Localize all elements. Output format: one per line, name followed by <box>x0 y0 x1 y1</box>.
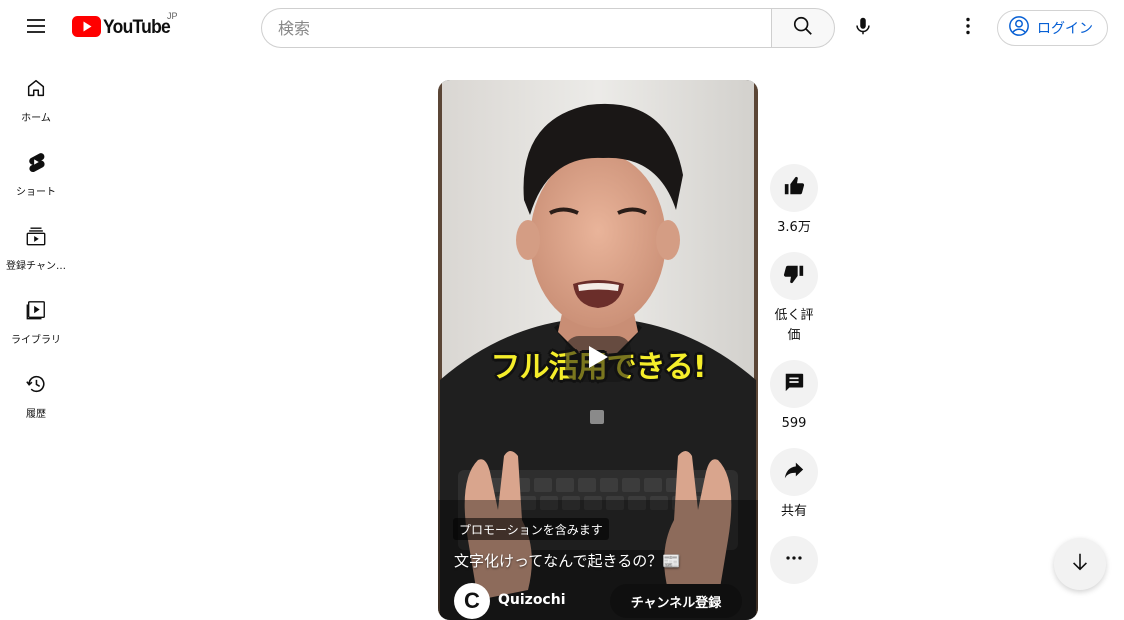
like-action: 3.6万 <box>769 164 819 238</box>
dislike-label: 低く評価 <box>774 308 814 343</box>
home-icon <box>25 77 47 103</box>
share-label: 共有 <box>780 504 807 519</box>
microphone-icon <box>852 15 874 41</box>
comment-icon <box>783 371 805 397</box>
share-button[interactable] <box>770 448 818 496</box>
thumbs-up-icon <box>783 175 805 201</box>
dislike-button[interactable] <box>770 252 818 300</box>
more-actions <box>769 536 819 584</box>
sign-in-label: ログイン <box>1037 21 1093 37</box>
top-bar: YouTube JP ログイン <box>0 0 1124 56</box>
sidebar-item-shorts[interactable]: ショート <box>4 130 68 204</box>
like-button[interactable] <box>770 164 818 212</box>
channel-name[interactable]: Quizochi <box>498 592 566 608</box>
library-icon <box>25 299 47 325</box>
sidebar-item-label: 登録チャン… <box>6 261 66 272</box>
next-video-button[interactable] <box>1054 538 1106 590</box>
search-icon <box>792 15 814 41</box>
more-actions-button[interactable] <box>770 536 818 584</box>
sign-in-button[interactable]: ログイン <box>997 10 1108 46</box>
comment-count: 599 <box>781 416 807 431</box>
sidebar-item-label: ホーム <box>21 113 51 124</box>
horizontal-dots-icon <box>783 547 805 573</box>
vertical-dots-icon <box>956 14 980 42</box>
share-action: 共有 <box>769 448 819 522</box>
history-icon <box>25 373 47 399</box>
sidebar-item-history[interactable]: 履歴 <box>4 352 68 426</box>
settings-menu-button[interactable] <box>948 8 988 48</box>
arrow-down-icon <box>1069 551 1091 577</box>
paid-promotion-badge[interactable]: プロモーションを含みます <box>453 518 609 540</box>
region-code: JP <box>167 11 178 21</box>
youtube-play-icon <box>72 15 101 41</box>
voice-search-button[interactable] <box>843 8 883 48</box>
menu-button[interactable] <box>16 8 56 48</box>
youtube-logo[interactable]: YouTube <box>72 15 176 41</box>
sidebar-item-subscriptions[interactable]: 登録チャン… <box>4 204 68 278</box>
like-count: 3.6万 <box>777 220 811 235</box>
shorts-video-player[interactable]: フル活用できる! プロモーションを含みます 文字化けってなんで起きるの？📰 C … <box>438 80 758 620</box>
thumbs-down-icon <box>783 263 805 289</box>
subscribe-button[interactable]: チャンネル登録 <box>610 584 742 618</box>
sidebar-item-library[interactable]: ライブラリ <box>4 278 68 352</box>
sidebar-item-label: ライブラリ <box>11 335 61 346</box>
play-button[interactable] <box>565 336 631 382</box>
search-button[interactable] <box>771 8 835 48</box>
sidebar-item-label: ショート <box>16 187 56 198</box>
subscriptions-icon <box>25 225 47 251</box>
channel-avatar[interactable]: C <box>454 583 490 619</box>
comments-button[interactable] <box>770 360 818 408</box>
sidebar-item-label: 履歴 <box>26 409 46 420</box>
comments-action: 599 <box>769 360 819 434</box>
sidebar-item-home[interactable]: ホーム <box>4 56 68 130</box>
video-title[interactable]: 文字化けってなんで起きるの？📰 <box>454 550 681 571</box>
shorts-icon <box>25 151 47 177</box>
hamburger-icon <box>24 14 48 42</box>
dislike-action: 低く評価 <box>769 252 819 346</box>
account-circle-icon <box>1008 15 1030 41</box>
play-icon <box>587 345 609 373</box>
share-arrow-icon <box>783 459 805 485</box>
logo-wordmark: YouTube <box>103 17 171 38</box>
search-input[interactable] <box>278 18 772 38</box>
search-box[interactable] <box>261 8 772 48</box>
